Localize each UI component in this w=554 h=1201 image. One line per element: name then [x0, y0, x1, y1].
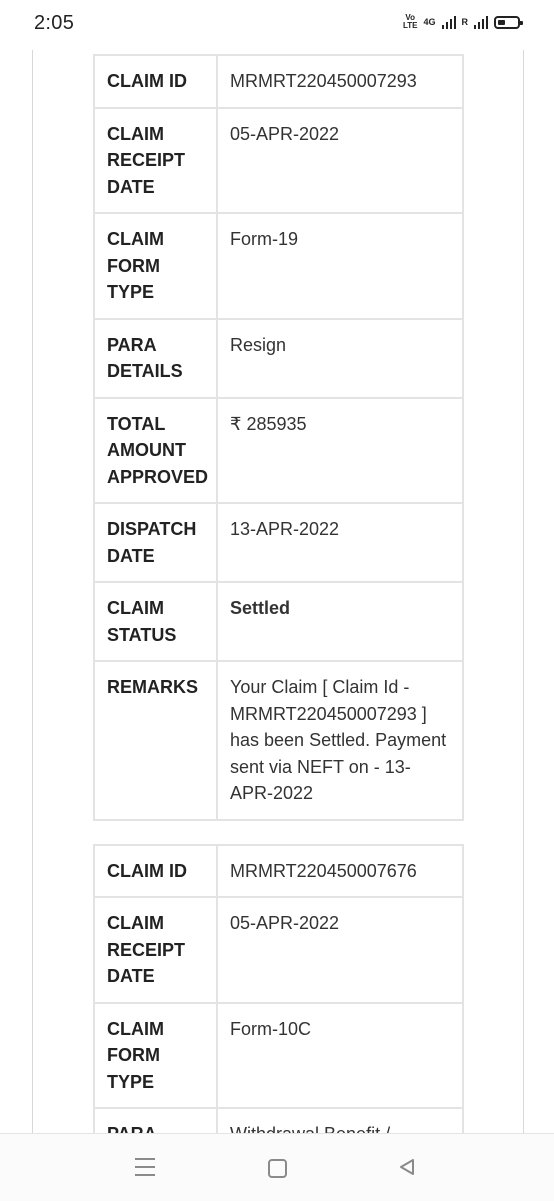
table-row: CLAIM ID MRMRT220450007293 — [93, 54, 464, 109]
claim-id-label: CLAIM ID — [93, 54, 218, 109]
table-row: PARA DETAILS Withdrawal Benefit / — [93, 1107, 464, 1133]
claim-receipt-date-value: 05-APR-2022 — [216, 106, 464, 214]
claim-id-value: MRMRT220450007676 — [216, 843, 464, 898]
table-row: CLAIM FORM TYPE Form-19 — [93, 212, 464, 320]
claim-id-value: MRMRT220450007293 — [216, 54, 464, 109]
total-amount-approved-value: ₹ 285935 — [216, 396, 464, 504]
claim-table: CLAIM ID MRMRT220450007676 CLAIM RECEIPT… — [93, 843, 464, 1133]
table-row: CLAIM RECEIPT DATE 05-APR-2022 — [93, 896, 464, 1004]
table-row: CLAIM FORM TYPE Form-10C — [93, 1001, 464, 1109]
roaming-label: R — [461, 17, 469, 27]
battery-icon — [494, 15, 523, 29]
claim-id-label: CLAIM ID — [93, 843, 218, 898]
table-row: REMARKS Your Claim [ Claim Id - MRMRT220… — [93, 660, 464, 821]
status-bar: 2:05 Vo LTE 4G R — [0, 0, 554, 50]
table-row: CLAIM ID MRMRT220450007676 — [93, 843, 464, 898]
claim-form-type-value: Form-10C — [216, 1001, 464, 1109]
claim-table: CLAIM ID MRMRT220450007293 CLAIM RECEIPT… — [93, 54, 464, 821]
claim-status-label: CLAIM STATUS — [93, 581, 218, 662]
table-row: TOTAL AMOUNT APPROVED ₹ 285935 — [93, 396, 464, 504]
para-details-value: Resign — [216, 317, 464, 399]
volte-icon: Vo LTE — [402, 13, 418, 30]
signal-4g-icon — [441, 16, 456, 29]
claim-status-value: Settled — [216, 581, 464, 662]
dispatch-date-label: DISPATCH DATE — [93, 502, 218, 583]
claim-form-type-label: CLAIM FORM TYPE — [93, 212, 218, 320]
status-icons: Vo LTE 4G R — [402, 13, 523, 30]
remarks-label: REMARKS — [93, 660, 218, 821]
table-row: CLAIM RECEIPT DATE 05-APR-2022 — [93, 106, 464, 214]
table-row: CLAIM STATUS Settled — [93, 581, 464, 662]
page-content: CLAIM ID MRMRT220450007293 CLAIM RECEIPT… — [32, 50, 524, 1133]
table-row: PARA DETAILS Resign — [93, 317, 464, 399]
claims-list: CLAIM ID MRMRT220450007293 CLAIM RECEIPT… — [93, 54, 464, 1133]
para-details-label: PARA DETAILS — [93, 317, 218, 399]
status-time: 2:05 — [34, 12, 75, 34]
para-details-label: PARA DETAILS — [93, 1107, 218, 1133]
table-row: DISPATCH DATE 13-APR-2022 — [93, 502, 464, 583]
claim-receipt-date-label: CLAIM RECEIPT DATE — [93, 106, 218, 214]
network-type-label: 4G — [423, 17, 436, 27]
para-details-value: Withdrawal Benefit / — [216, 1107, 464, 1133]
total-amount-approved-label: TOTAL AMOUNT APPROVED — [93, 396, 218, 504]
claim-form-type-value: Form-19 — [216, 212, 464, 320]
claim-form-type-label: CLAIM FORM TYPE — [93, 1001, 218, 1109]
signal-roaming-icon — [474, 16, 488, 29]
home-icon[interactable] — [268, 1159, 287, 1178]
dispatch-date-value: 13-APR-2022 — [216, 502, 464, 583]
menu-icon[interactable] — [135, 1158, 155, 1176]
claim-receipt-date-label: CLAIM RECEIPT DATE — [93, 896, 218, 1004]
back-icon[interactable] — [398, 1158, 416, 1176]
navigation-bar — [0, 1133, 554, 1201]
claim-receipt-date-value: 05-APR-2022 — [216, 896, 464, 1004]
remarks-value: Your Claim [ Claim Id - MRMRT22045000729… — [216, 660, 464, 821]
